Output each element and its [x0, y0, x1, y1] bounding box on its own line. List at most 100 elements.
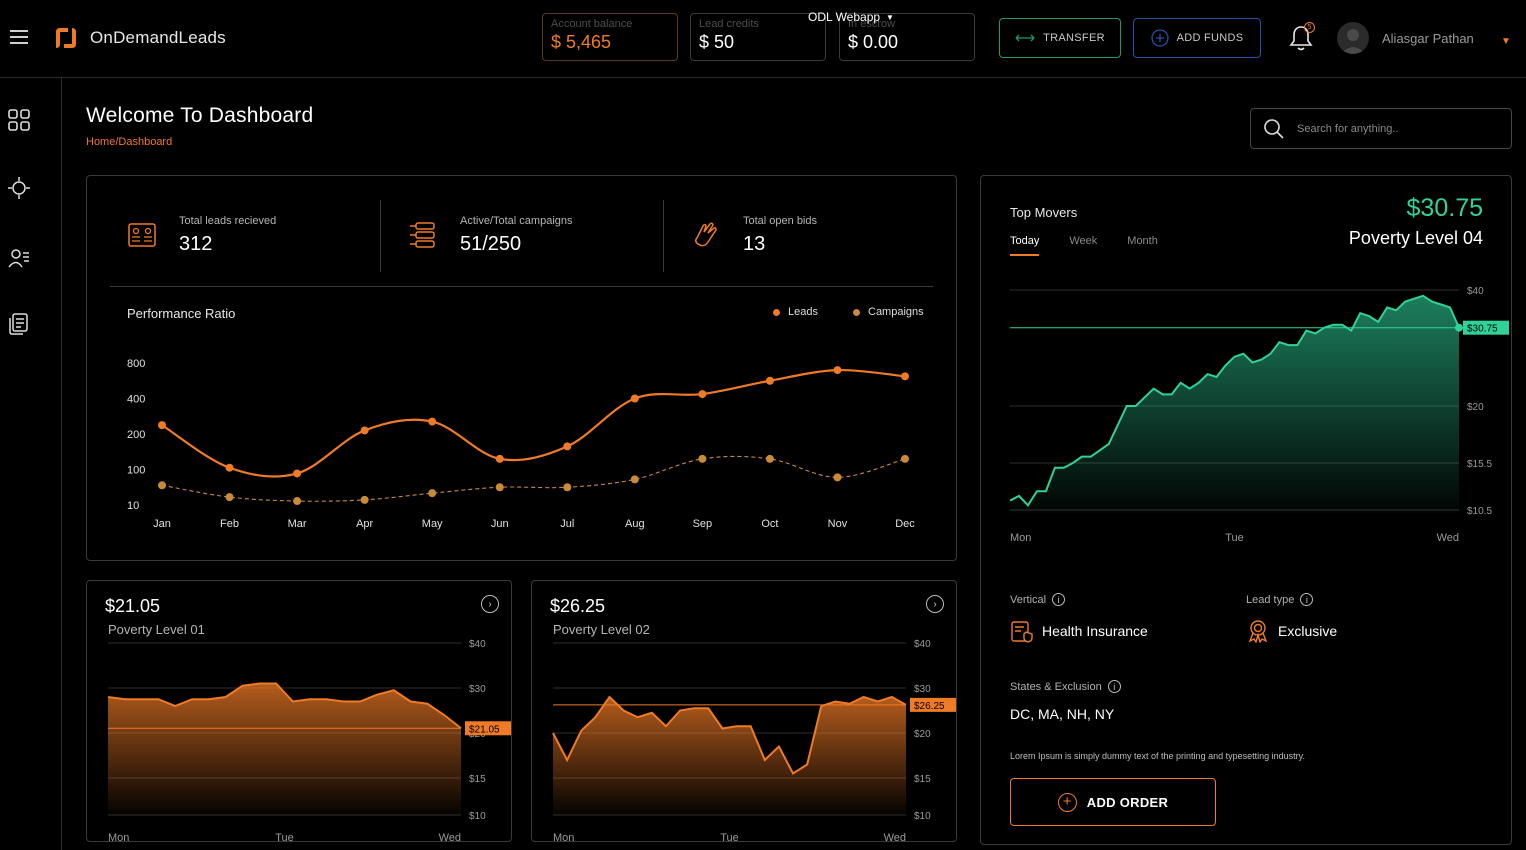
campaigns-point — [698, 454, 707, 463]
y-tick-label: $20 — [914, 729, 931, 740]
user-name[interactable]: Aliasgar Pathan — [1382, 31, 1474, 46]
kpi-value: 51/250 — [460, 233, 522, 255]
top-movers-card: Top Movers Today Week Month $30.75 Pover… — [980, 175, 1512, 845]
documents-icon[interactable] — [7, 312, 31, 336]
performance-chart: 800 400 200 100 10 Jan Feb Mar Apr May Jun Jul Aug Se… — [127, 358, 915, 530]
leads-point — [360, 426, 369, 435]
leads-point — [495, 454, 504, 463]
x-tick-label: Apr — [356, 518, 373, 530]
breadcrumb[interactable]: Home/Dashboard — [86, 136, 172, 148]
y-tick-label: $30 — [914, 684, 931, 695]
tab-today[interactable]: Today — [1010, 235, 1040, 256]
area-fill — [553, 697, 906, 815]
avatar[interactable] — [1337, 22, 1369, 54]
legend-campaigns[interactable]: Campaigns — [853, 306, 924, 318]
x-tick-label: Mon — [553, 832, 574, 842]
add-funds-label: ADD FUNDS — [1176, 32, 1244, 44]
kpi-value: 312 — [179, 233, 213, 255]
tab-week[interactable]: Week — [1069, 235, 1097, 256]
kpi-label: Total leads recieved — [179, 215, 277, 227]
leads-point — [225, 463, 234, 472]
current-price-label: $30.75 — [1467, 324, 1498, 335]
area-fill — [108, 683, 461, 815]
campaigns-line — [161, 455, 906, 502]
account-balance-label: Account balance — [551, 18, 633, 30]
search-box[interactable] — [1250, 108, 1512, 149]
info-icon[interactable]: i — [1300, 593, 1314, 606]
search-icon — [1264, 118, 1284, 139]
vertical-value: Health Insurance — [1010, 619, 1148, 643]
campaigns-point — [293, 497, 302, 506]
leads-point — [630, 394, 639, 403]
y-tick-label: $30 — [469, 684, 486, 695]
top-bar: OnDemandLeads Account balance $ 5,465 Le… — [0, 0, 1526, 78]
escrow-value: $ 0.00 — [848, 32, 899, 52]
info-icon[interactable]: i — [1107, 680, 1121, 693]
states-label-text: States & Exclusion — [1010, 680, 1102, 693]
legend-dot — [773, 308, 780, 316]
tab-month[interactable]: Month — [1127, 235, 1158, 256]
logo[interactable]: OnDemandLeads — [52, 24, 226, 52]
user-list-icon[interactable] — [7, 246, 31, 270]
vertical-label-text: Vertical — [1010, 593, 1047, 606]
webapp-selector[interactable]: ODL Webapp ▼ — [808, 10, 894, 24]
kpi-campaigns: Active/Total campaigns 51/250 — [408, 202, 573, 256]
x-tick-label: Tue — [1225, 532, 1244, 544]
leads-point — [765, 376, 774, 385]
leads-line — [161, 368, 906, 478]
y-tick-label: $10 — [914, 811, 931, 822]
transfer-button[interactable]: TRANSFER — [999, 18, 1121, 58]
vertical-label: Vertical i — [1010, 593, 1066, 606]
kpi-label: Total open bids — [743, 215, 817, 227]
menu-icon[interactable] — [10, 30, 28, 44]
x-tick-label: Dec — [895, 518, 915, 530]
poverty-card-02[interactable]: $26.25 Poverty Level 02 › $40 $30 $20 $15 $1… — [531, 580, 957, 842]
account-balance-box[interactable]: Account balance $ 5,465 — [542, 13, 678, 61]
top-mover-level: Poverty Level 04 — [1348, 228, 1483, 248]
add-order-label: ADD ORDER — [1086, 794, 1169, 810]
kpi-label: Active/Total campaigns — [460, 215, 573, 227]
add-funds-button[interactable]: ADD FUNDS — [1133, 18, 1261, 58]
current-price-label: $26.25 — [914, 701, 945, 712]
y-tick-label: $15.5 — [1467, 459, 1492, 470]
grid-icon[interactable] — [7, 108, 31, 132]
x-tick-label: Oct — [761, 518, 778, 530]
crosshair-icon[interactable] — [7, 176, 31, 200]
y-tick-label: $10.5 — [1467, 506, 1492, 517]
lead-credits-label: Lead credits — [699, 18, 759, 30]
vertical-value-text: Health Insurance — [1042, 623, 1148, 639]
kpi-open-bids: Total open bids 13 — [691, 202, 817, 256]
current-price-label: $21.05 — [469, 724, 500, 735]
x-tick-label: May — [422, 518, 443, 530]
leads-point — [158, 421, 166, 430]
current-price-dot — [1455, 323, 1463, 332]
poverty-level-01-chart: $40$30$20$15$10$21.05MonTueWed — [107, 639, 511, 841]
campaigns-point — [158, 481, 166, 490]
kpi-value: 13 — [743, 233, 766, 255]
legend-leads[interactable]: Leads — [773, 306, 818, 318]
health-insurance-icon — [1011, 621, 1033, 643]
info-icon[interactable]: i — [1052, 593, 1066, 606]
logo-text: OnDemandLeads — [90, 28, 226, 47]
description-text: Lorem Ipsum is simply dummy text of the … — [1010, 751, 1305, 761]
x-tick-label: Sep — [693, 518, 713, 530]
kpi-divider — [380, 200, 381, 272]
top-movers-title: Top Movers — [1010, 205, 1078, 220]
search-input[interactable] — [1297, 122, 1497, 135]
notification-badge: 5 — [1304, 22, 1315, 33]
x-tick-label: Wed — [884, 832, 906, 842]
chevron-down-icon[interactable]: ▼ — [1501, 36, 1511, 47]
logo-icon — [56, 28, 76, 48]
campaigns-icon — [410, 222, 435, 248]
states-label: States & Exclusion i — [1010, 680, 1121, 693]
campaigns-point — [563, 483, 572, 492]
transfer-arrows-icon — [1015, 34, 1035, 42]
leads-point — [293, 469, 302, 478]
y-tick-label: $15 — [469, 774, 486, 785]
page-title: Welcome To Dashboard — [86, 104, 314, 127]
add-order-button[interactable]: + ADD ORDER — [1010, 778, 1216, 826]
leads-point — [428, 417, 437, 426]
poverty-card-01[interactable]: $21.05 Poverty Level 01 › $40$30$20$15$1… — [86, 580, 512, 842]
x-tick-label: Mar — [288, 518, 307, 530]
lead-credits-box[interactable]: Lead credits $ 50 — [690, 13, 826, 61]
